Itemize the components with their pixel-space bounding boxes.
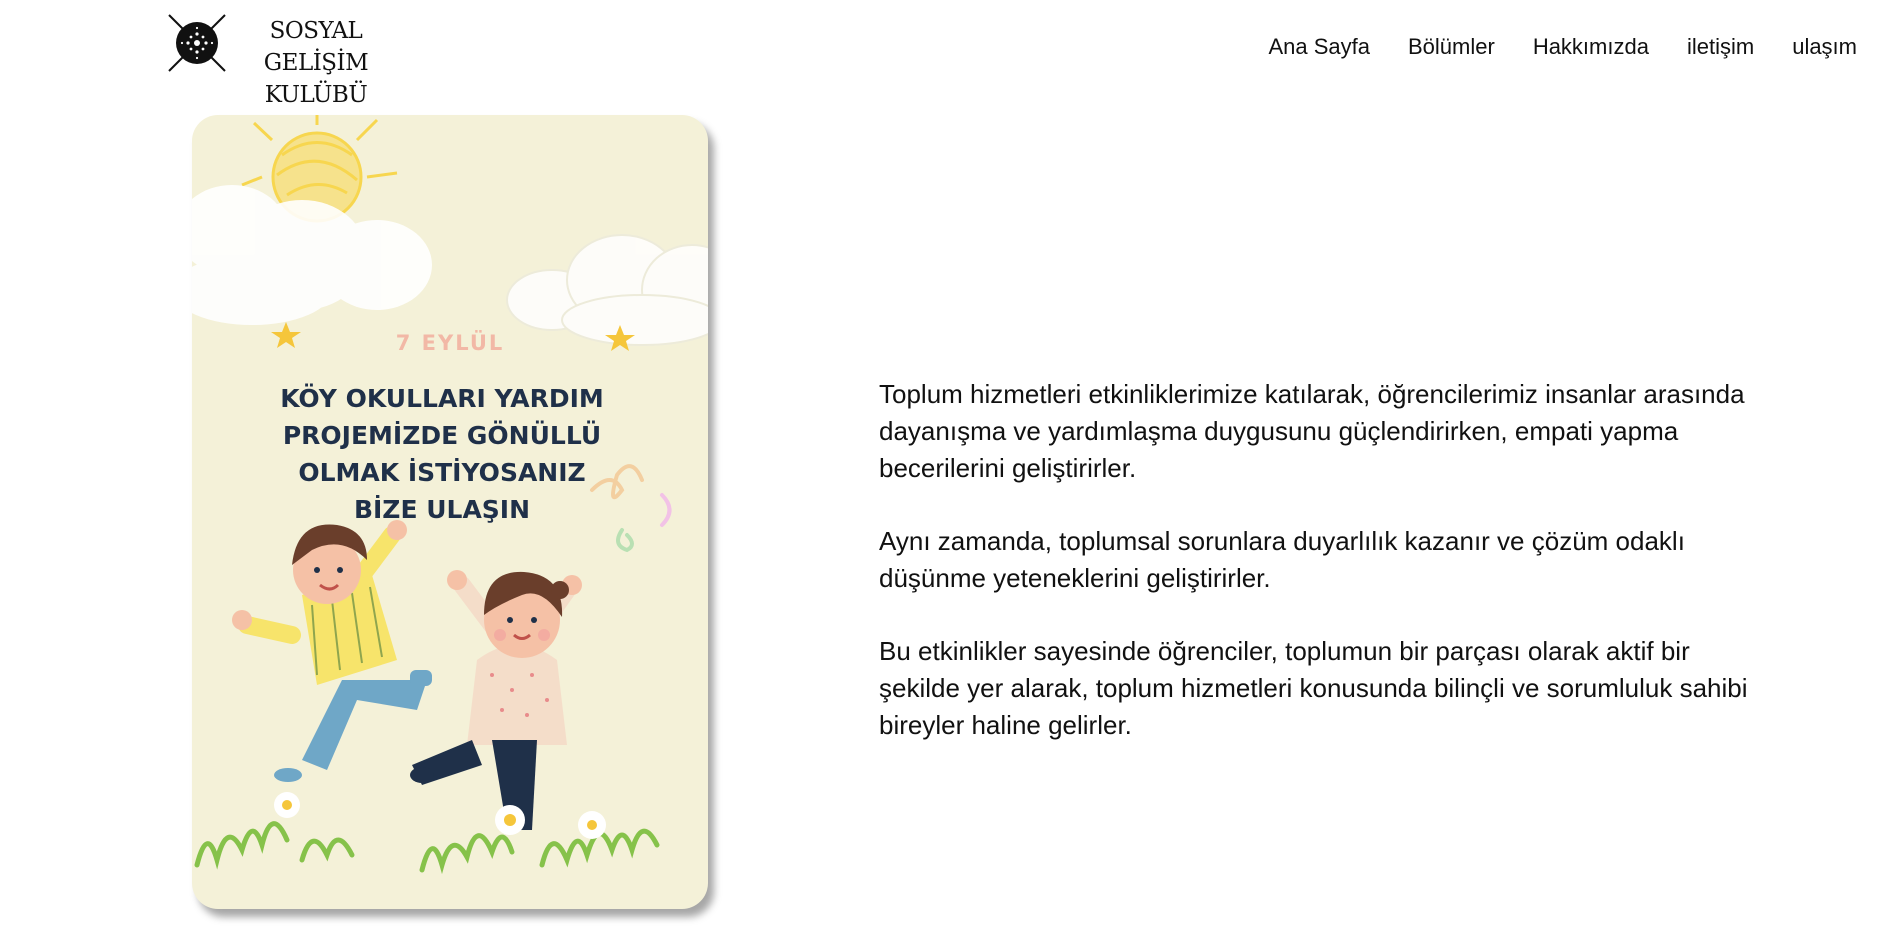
- nav-link-about[interactable]: Hakkımızda: [1533, 34, 1649, 60]
- site-logo[interactable]: SOSYAL GELİŞİM KULÜBÜ: [166, 10, 406, 108]
- nav-link-home[interactable]: Ana Sayfa: [1268, 34, 1370, 60]
- logo-wordmark: SOSYAL GELİŞİM KULÜBÜ: [228, 15, 404, 111]
- nav-link-sections[interactable]: Bölümler: [1408, 34, 1495, 60]
- poster-headline: KÖY OKULLARI YARDIM PROJEMİZDE GÖNÜLLÜ O…: [252, 380, 632, 528]
- poster-headline-line: BİZE ULAŞIN: [353, 495, 531, 524]
- logo-text-line2: KULÜBÜ: [264, 82, 368, 108]
- cloud-icon: [192, 185, 432, 325]
- volunteer-poster: 7 EYLÜL KÖY OKULLARI YARDIM PROJEMİZDE G…: [192, 115, 708, 909]
- main-nav: Ana Sayfa Bölümler Hakkımızda iletişim u…: [1268, 34, 1857, 60]
- cloud-icon: [506, 234, 708, 346]
- paragraph: Bu etkinlikler sayesinde öğrenciler, top…: [879, 636, 1748, 740]
- poster-date: 7 EYLÜL: [395, 331, 505, 355]
- logo-text-line1: SOSYAL GELİŞİM: [263, 18, 369, 76]
- girl-illustration: [410, 570, 582, 830]
- poster-headline-line: OLMAK İSTİYOSANIZ: [298, 458, 586, 487]
- flower-icon: [274, 792, 606, 839]
- club-emblem-icon: [168, 14, 226, 72]
- paragraph: Toplum hizmetleri etkinliklerimize katıl…: [879, 379, 1745, 483]
- community-service-text: Toplum hizmetleri etkinliklerimize katıl…: [879, 376, 1759, 780]
- poster-headline-line: PROJEMİZDE GÖNÜLLÜ: [282, 421, 602, 450]
- nav-link-contact[interactable]: iletişim: [1687, 34, 1754, 60]
- poster-headline-line: KÖY OKULLARI YARDIM: [280, 384, 604, 413]
- nav-link-directions[interactable]: ulaşım: [1792, 34, 1857, 60]
- paragraph: Aynı zamanda, toplumsal sorunlara duyarl…: [879, 526, 1685, 593]
